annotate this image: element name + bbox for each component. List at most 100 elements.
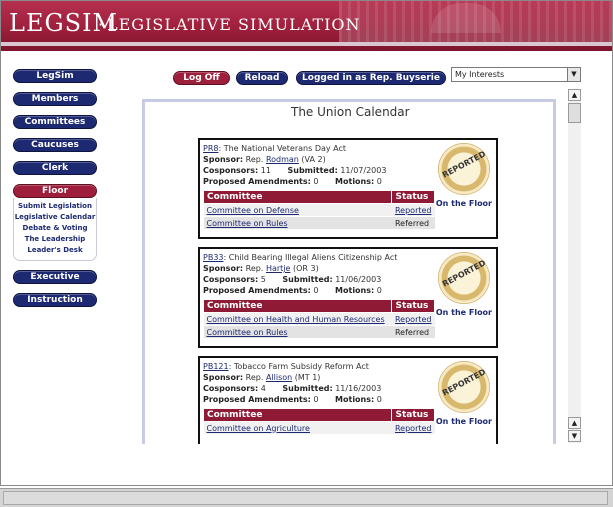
main-nav: LegSim Members Committees Caucuses Clerk…	[13, 69, 99, 316]
chevron-down-icon[interactable]: ▼	[567, 68, 580, 81]
floor-submenu: Submit Legislation Legislative Calendar …	[13, 198, 97, 261]
status-link[interactable]: Reported	[395, 424, 432, 433]
sponsor-link[interactable]: Hartje	[266, 264, 291, 273]
sponsor-link[interactable]: Rodman	[266, 155, 299, 164]
amendments-label: Proposed Amendments:	[203, 286, 311, 295]
nav-members[interactable]: Members	[13, 92, 97, 106]
bill-title: : Tobacco Farm Subsidy Reform Act	[228, 362, 369, 371]
floor-leaders-desk[interactable]: Leader's Desk	[14, 245, 96, 256]
cosponsors-count: 4	[260, 384, 266, 393]
submitted-date: 11/16/2003	[335, 384, 382, 393]
committee-link[interactable]: Committee on Rules	[207, 219, 288, 228]
committee-table: Committee Status Committee on Defense Re…	[202, 190, 435, 230]
motions-count: 0	[376, 395, 382, 404]
motions-label: Motions:	[335, 395, 375, 404]
table-row: Committee on Health and Human Resources …	[203, 312, 435, 326]
committee-link[interactable]: Committee on Defense	[207, 206, 299, 215]
submitted-label: Submitted:	[287, 166, 338, 175]
committee-link[interactable]: Committee on Rules	[207, 328, 288, 337]
cosponsors-count: 5	[260, 275, 266, 284]
on-the-floor-link[interactable]: On the Floor	[436, 417, 492, 426]
status-header: Status	[391, 299, 435, 313]
brand-subtitle: LEGISLATIVE SIMULATION	[107, 15, 361, 34]
submitted-label: Submitted:	[282, 275, 333, 284]
status-link[interactable]: Reported	[395, 315, 432, 324]
bill-title: : Child Bearing Illegal Aliens Citizensh…	[223, 253, 398, 262]
scroll-up-icon[interactable]: ▲	[568, 417, 581, 429]
amendments-label: Proposed Amendments:	[203, 395, 311, 404]
floor-legislative-calendar[interactable]: Legislative Calendar	[14, 212, 96, 223]
cosponsors-label: Cosponsors:	[203, 384, 259, 393]
cosponsors-label: Cosponsors:	[203, 275, 259, 284]
status-text: Referred	[391, 216, 435, 230]
committee-link[interactable]: Committee on Health and Human Resources	[207, 315, 385, 324]
sponsor-district: (MT 1)	[292, 373, 321, 382]
nav-clerk[interactable]: Clerk	[13, 161, 97, 175]
interests-select[interactable]: My Interests ▼	[451, 67, 581, 82]
browser-frame: LEGSIM · LEGISLATIVE SIMULATION LegSim M…	[0, 0, 613, 486]
logged-in-button[interactable]: Logged in as Rep. Buyserie	[296, 71, 446, 85]
status-text: Referred	[391, 325, 435, 339]
committee-table: Committee Status Committee on Health and…	[202, 299, 435, 339]
reload-button[interactable]: Reload	[236, 71, 288, 85]
scroll-down-icon[interactable]: ▼	[568, 430, 581, 442]
on-the-floor-link[interactable]: On the Floor	[436, 308, 492, 317]
status-bar	[0, 488, 613, 507]
sponsor-label: Sponsor:	[203, 373, 244, 382]
table-row: Committee on Rules Referred	[203, 216, 435, 230]
interests-value: My Interests	[455, 70, 505, 79]
bill-card: PB33: Child Bearing Illegal Aliens Citiz…	[198, 247, 498, 348]
nav-instruction[interactable]: Instruction	[13, 293, 97, 307]
cosponsors-label: Cosponsors:	[203, 166, 259, 175]
table-row: Committee on Agriculture Reported	[203, 421, 435, 435]
floor-submit-legislation[interactable]: Submit Legislation	[14, 201, 96, 212]
logoff-button[interactable]: Log Off	[173, 71, 230, 85]
submitted-date: 11/07/2003	[340, 166, 387, 175]
nav-legsim[interactable]: LegSim	[13, 69, 97, 83]
table-row: Committee on Rules Referred	[203, 325, 435, 339]
bill-id-link[interactable]: PR8	[203, 144, 218, 153]
motions-label: Motions:	[335, 286, 375, 295]
amendments-count: 0	[313, 177, 319, 186]
banner-stripe	[1, 42, 612, 46]
bill-id-link[interactable]: PB121	[203, 362, 229, 371]
submitted-date: 11/06/2003	[335, 275, 382, 284]
committee-link[interactable]: Committee on Agriculture	[207, 424, 310, 433]
bill-title: : The National Veterans Day Act	[218, 144, 347, 153]
status-header: Status	[391, 190, 435, 204]
nav-caucuses[interactable]: Caucuses	[13, 138, 97, 152]
card-clip: PB121: Tobacco Farm Subsidy Reform Act S…	[142, 353, 556, 444]
bill-id-link[interactable]: PB33	[203, 253, 224, 262]
page-title: The Union Calendar	[291, 105, 410, 119]
sponsor-link[interactable]: Allison	[266, 373, 292, 382]
scroll-up-icon[interactable]: ▲	[568, 89, 581, 101]
on-the-floor-link[interactable]: On the Floor	[436, 199, 492, 208]
sponsor-label: Sponsor:	[203, 264, 244, 273]
content-scrollbar[interactable]: ▲ ▲ ▼	[568, 89, 581, 443]
scroll-thumb[interactable]	[568, 103, 581, 123]
nav-executive[interactable]: Executive	[13, 270, 97, 284]
amendments-count: 0	[313, 395, 319, 404]
motions-count: 0	[376, 286, 382, 295]
sponsor-prefix: Rep.	[245, 155, 266, 164]
sponsor-prefix: Rep.	[245, 264, 266, 273]
committee-header: Committee	[202, 408, 393, 422]
legsim-banner: LEGSIM · LEGISLATIVE SIMULATION	[1, 1, 612, 51]
committee-table: Committee Status Committee on Agricultur…	[202, 408, 435, 435]
status-bar-field	[3, 491, 608, 505]
motions-label: Motions:	[335, 177, 375, 186]
committee-header: Committee	[202, 299, 393, 313]
bill-card: PB121: Tobacco Farm Subsidy Reform Act S…	[198, 356, 498, 444]
nav-floor[interactable]: Floor	[13, 184, 97, 198]
sponsor-label: Sponsor:	[203, 155, 244, 164]
status-link[interactable]: Reported	[395, 206, 432, 215]
nav-committees[interactable]: Committees	[13, 115, 97, 129]
amendments-count: 0	[313, 286, 319, 295]
floor-debate-voting[interactable]: Debate & Voting	[14, 223, 96, 234]
floor-the-leadership[interactable]: The Leadership	[14, 234, 96, 245]
table-row: Committee on Defense Reported	[203, 203, 435, 217]
submitted-label: Submitted:	[282, 384, 333, 393]
sponsor-prefix: Rep.	[245, 373, 266, 382]
status-header: Status	[391, 408, 435, 422]
cosponsors-count: 11	[260, 166, 271, 175]
